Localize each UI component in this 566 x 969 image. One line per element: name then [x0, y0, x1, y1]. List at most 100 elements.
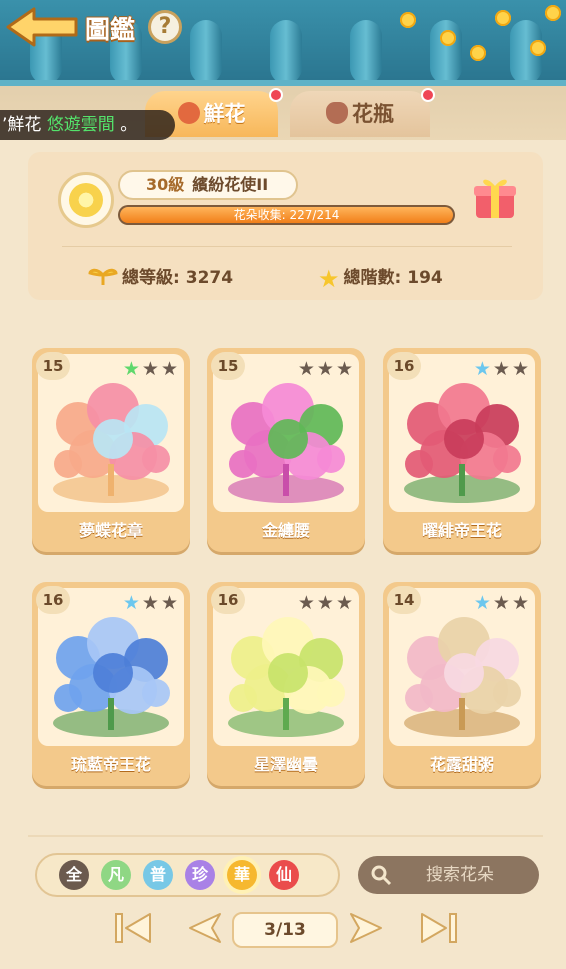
ticker-text: ’鮮花 [2, 115, 47, 135]
card-name: 琉藍帝王花 [70, 755, 151, 774]
rarity-filter-button[interactable]: 凡 [101, 860, 131, 890]
rarity-filter-bar: 全凡普珍華仙 [35, 853, 340, 897]
total-level-label: 總等級: [122, 268, 180, 288]
blossom-icon [470, 45, 486, 61]
card-name: 曜緋帝王花 [421, 521, 502, 540]
roof-tile [270, 20, 302, 80]
star-icon: ★ [316, 592, 336, 614]
star-icon: ★ [141, 592, 161, 614]
blossom-icon [530, 40, 546, 56]
roof-tile [350, 20, 382, 80]
vase-icon [326, 102, 348, 124]
star-icon: ★ [335, 358, 355, 380]
rarity-filter-button[interactable]: 珍 [185, 860, 215, 890]
card-name: 金纏腰 [261, 521, 310, 540]
divider [28, 835, 543, 837]
level-value: 30級 [146, 175, 185, 194]
star-icon: ★ [160, 592, 180, 614]
blossom-icon [545, 5, 561, 21]
page-title: 圖鑑 [85, 15, 136, 44]
ticker-highlight: 悠遊雲間 [46, 115, 115, 135]
total-level-value: 3274 [185, 268, 234, 288]
collection-progress-bar: 花朵收集: 227/214 [118, 205, 455, 225]
rank-title: 繽紛花使II [192, 175, 269, 194]
card-level-badge: 15 [211, 352, 245, 380]
card-stars: ★★★ [298, 592, 355, 614]
search-flowers-input[interactable]: 搜索花朵 [358, 856, 539, 894]
card-stars: ★★★ [474, 358, 531, 380]
tab-vases[interactable]: 花瓶 [290, 88, 435, 137]
total-level-stat: 總等級: 3274 [88, 263, 233, 288]
blossom-icon [400, 12, 416, 28]
total-rank-value: 194 [407, 268, 443, 288]
card-stars: ★★★ [474, 592, 531, 614]
card-level-badge: 16 [36, 586, 70, 614]
card-level-badge: 16 [387, 352, 421, 380]
rarity-filter-button[interactable]: 華 [227, 860, 257, 890]
star-icon: ★ [122, 358, 142, 380]
card-name: 夢蝶花章 [78, 521, 143, 540]
card-name: 星澤幽曇 [253, 755, 318, 774]
star-icon: ★ [511, 592, 531, 614]
announcement-ticker: ’鮮花 悠遊雲間 。 [0, 110, 175, 140]
flower-card[interactable]: 15 ★★★ 夢蝶花章 [32, 348, 190, 552]
star-icon: ★ [335, 592, 355, 614]
previous-page-button[interactable] [182, 908, 226, 948]
flower-card[interactable]: 16 ★★★ 琉藍帝王花 [32, 582, 190, 786]
sprout-icon [88, 268, 118, 285]
card-level-badge: 14 [387, 586, 421, 614]
star-icon: ★ [473, 592, 493, 614]
divider [62, 246, 512, 247]
card-level-badge: 16 [211, 586, 245, 614]
progress-value: 227/214 [289, 208, 340, 222]
last-page-button[interactable] [416, 908, 460, 948]
progress-label: 花朵收集: [233, 208, 286, 222]
star-icon: ★ [511, 358, 531, 380]
blossom-icon [495, 10, 511, 26]
help-button[interactable]: ? [148, 10, 182, 44]
notification-dot [269, 88, 283, 102]
star-icon: ★ [141, 358, 161, 380]
star-icon: ★ [492, 358, 512, 380]
roof-tile [190, 20, 222, 80]
tab-flowers-label: 鮮花 [203, 102, 246, 126]
star-icon: ★ [297, 592, 317, 614]
card-stars: ★★★ [298, 358, 355, 380]
blossom-icon [440, 30, 456, 46]
flower-card[interactable]: 16 ★★★ 曜緋帝王花 [383, 348, 541, 552]
card-stars: ★★★ [123, 592, 180, 614]
page-indicator: 3/13 [232, 912, 338, 948]
gift-box-icon[interactable] [470, 172, 520, 222]
total-rank-stat: ★ 總階數: 194 [318, 263, 443, 293]
back-arrow-icon[interactable] [6, 7, 78, 47]
search-icon [371, 865, 392, 886]
progress-text: 花朵收集: 227/214 [118, 205, 455, 225]
card-stars: ★★★ [123, 358, 180, 380]
rarity-filter-button[interactable]: 仙 [269, 860, 299, 890]
rank-medal [58, 172, 114, 228]
star-icon: ★ [492, 592, 512, 614]
rose-icon [177, 102, 200, 124]
star-icon: ★ [297, 358, 317, 380]
flower-card[interactable]: 15 ★★★ 金纏腰 [207, 348, 365, 552]
flower-card[interactable]: 14 ★★★ 花露甜粥 [383, 582, 541, 786]
first-page-button[interactable] [112, 908, 156, 948]
search-placeholder: 搜索花朵 [426, 865, 494, 885]
flower-emblem-icon [69, 183, 103, 217]
rarity-filter-button[interactable]: 普 [143, 860, 173, 890]
next-page-button[interactable] [345, 908, 389, 948]
star-icon: ★ [160, 358, 180, 380]
star-icon: ★ [318, 265, 340, 293]
flower-card[interactable]: 16 ★★★ 星澤幽曇 [207, 582, 365, 786]
card-level-badge: 15 [36, 352, 70, 380]
ticker-text: 。 [114, 115, 138, 135]
star-icon: ★ [473, 358, 493, 380]
level-badge: 30級 繽紛花使II [118, 170, 298, 200]
tab-vases-label: 花瓶 [352, 102, 394, 126]
card-name: 花露甜粥 [429, 755, 494, 774]
rarity-filter-button[interactable]: 全 [59, 860, 89, 890]
star-icon: ★ [122, 592, 142, 614]
notification-dot [421, 88, 435, 102]
star-icon: ★ [316, 358, 336, 380]
total-rank-label: 總階數: [343, 268, 402, 288]
